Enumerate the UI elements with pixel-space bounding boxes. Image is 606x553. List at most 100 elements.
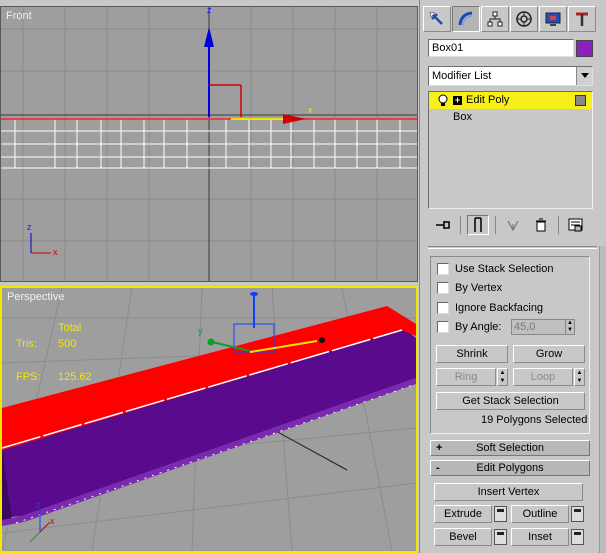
panel-scrollbar[interactable]: [599, 246, 606, 553]
front-viewport-canvas: x z z x: [1, 7, 417, 281]
rollout-title: Edit Polygons: [476, 462, 544, 474]
stack-item-label: Box: [453, 111, 472, 123]
loop-button[interactable]: Loop: [513, 368, 573, 386]
by-angle-spinner[interactable]: 45,0 ▲ ▼: [511, 319, 575, 335]
rollout-title: Soft Selection: [476, 442, 544, 454]
checkbox-box[interactable]: [437, 263, 449, 275]
motion-tab[interactable]: [510, 6, 538, 32]
show-end-result-button[interactable]: [467, 215, 489, 235]
spinner-arrows-icon[interactable]: ▲ ▼: [565, 320, 574, 334]
extrude-settings-icon[interactable]: [494, 506, 507, 522]
configure-modifier-sets-button[interactable]: [565, 215, 587, 235]
display-icon: [545, 12, 561, 26]
modify-icon: [458, 11, 473, 26]
lightbulb-icon[interactable]: [437, 94, 449, 107]
inset-button[interactable]: Inset: [511, 528, 569, 546]
extrude-button[interactable]: Extrude: [434, 505, 492, 523]
by-vertex-checkbox[interactable]: By Vertex: [437, 280, 502, 296]
front-viewport-label[interactable]: Front: [6, 10, 32, 22]
inset-settings-icon[interactable]: [571, 529, 584, 545]
trash-icon: [536, 218, 546, 232]
shrink-button[interactable]: Shrink: [436, 345, 508, 363]
pin-stack-button[interactable]: [432, 215, 454, 235]
selection-group: Use Stack Selection By Vertex Ignore Bac…: [430, 256, 590, 434]
object-name-input[interactable]: Box01: [428, 39, 574, 57]
utilities-tab[interactable]: [568, 6, 596, 32]
modifier-stack[interactable]: + Edit Poly Box: [428, 91, 593, 209]
z-axis-arrow-icon[interactable]: [204, 27, 214, 47]
checkbox-label: Use Stack Selection: [455, 263, 554, 275]
ring-spinner-icon[interactable]: ▲ ▼: [497, 368, 508, 386]
display-tab[interactable]: [539, 6, 567, 32]
stats-tris-value: 500: [58, 338, 77, 350]
stack-item-toggle-icon[interactable]: [575, 95, 586, 106]
checkbox-box[interactable]: [437, 321, 449, 333]
get-stack-selection-button[interactable]: Get Stack Selection: [436, 392, 585, 410]
soft-selection-rollout-header[interactable]: + Soft Selection: [430, 440, 590, 456]
outline-settings-icon[interactable]: [571, 506, 584, 522]
create-tab[interactable]: [423, 6, 451, 32]
stack-item-edit-poly[interactable]: + Edit Poly: [429, 92, 592, 109]
persp-axis-y-label: y: [198, 326, 203, 336]
stats-tris-label: Tris:: [16, 338, 37, 350]
modifier-list-dropdown[interactable]: Modifier List: [428, 66, 593, 86]
checkbox-box[interactable]: [437, 302, 449, 314]
make-unique-button[interactable]: [502, 215, 524, 235]
by-angle-checkbox[interactable]: By Angle: 45,0 ▲ ▼: [437, 319, 587, 335]
x-gizmo-handle-icon[interactable]: [319, 337, 325, 343]
stack-toolbar: [428, 214, 593, 236]
hierarchy-icon: [487, 11, 503, 27]
toolbar-divider: [558, 216, 559, 234]
create-icon: [429, 11, 443, 25]
modifier-rollouts: Use Stack Selection By Vertex Ignore Bac…: [428, 246, 597, 553]
command-panel-tabs: [420, 6, 606, 34]
ring-button[interactable]: Ring: [436, 368, 496, 386]
use-stack-selection-checkbox[interactable]: Use Stack Selection: [437, 261, 553, 277]
y-gizmo-handle-icon[interactable]: [207, 338, 215, 346]
insert-vertex-button[interactable]: Insert Vertex: [434, 483, 583, 501]
checkbox-box[interactable]: [437, 282, 449, 294]
chevron-down-icon[interactable]: [576, 67, 592, 85]
max-window: x z z x Front y z x Perspective Total Tr…: [0, 0, 606, 553]
perspective-viewport[interactable]: y z x Perspective Total Tris: 500 FPS: 1…: [0, 286, 418, 553]
modify-tab[interactable]: [452, 6, 480, 32]
bevel-button[interactable]: Bevel: [434, 528, 492, 546]
end-result-icon: [474, 217, 482, 232]
stack-item-label: Edit Poly: [466, 94, 510, 106]
stats-total-header: Total: [58, 322, 82, 334]
grow-button[interactable]: Grow: [513, 345, 585, 363]
front-tripod-x-label: x: [53, 247, 58, 257]
stats-fps-value: 125.62: [58, 371, 92, 383]
hierarchy-tab[interactable]: [481, 6, 509, 32]
object-color-swatch[interactable]: [576, 40, 593, 57]
perspective-viewport-label[interactable]: Perspective: [7, 291, 64, 303]
rollout-expand-icon: +: [436, 442, 443, 454]
front-axis-z-label: z: [207, 7, 212, 15]
stats-fps-label: FPS:: [16, 371, 41, 383]
z-gizmo-handle-icon[interactable]: [250, 292, 258, 296]
rollout-divider: [428, 246, 597, 249]
checkbox-label: By Angle:: [455, 321, 502, 333]
persp-tripod-x-label: x: [50, 516, 55, 526]
command-panel: Box01 Modifier List + Edit Poly Box Use …: [419, 0, 606, 553]
front-tripod-z-label: z: [27, 222, 32, 232]
toolbar-divider: [460, 216, 461, 234]
modifier-list-label: Modifier List: [432, 70, 492, 82]
stack-item-box[interactable]: Box: [429, 109, 592, 126]
rollout-collapse-icon: -: [436, 462, 440, 474]
bevel-settings-icon[interactable]: [494, 529, 507, 545]
pin-icon: [436, 221, 450, 229]
spinner-value: 45,0: [514, 321, 536, 333]
outline-button[interactable]: Outline: [511, 505, 569, 523]
persp-tripod-z-label: z: [36, 500, 41, 510]
checkbox-label: Ignore Backfacing: [455, 302, 544, 314]
loop-spinner-icon[interactable]: ▲ ▼: [574, 368, 585, 386]
front-viewport[interactable]: x z z x Front: [0, 6, 418, 282]
ignore-backfacing-checkbox[interactable]: Ignore Backfacing: [437, 300, 543, 316]
edit-polygons-rollout-header[interactable]: - Edit Polygons: [430, 460, 590, 476]
front-axis-x-label: x: [308, 105, 313, 115]
toolbar-divider: [495, 216, 496, 234]
make-unique-icon: [507, 220, 519, 232]
remove-modifier-button[interactable]: [530, 215, 552, 235]
expand-plus-icon[interactable]: +: [453, 96, 462, 105]
